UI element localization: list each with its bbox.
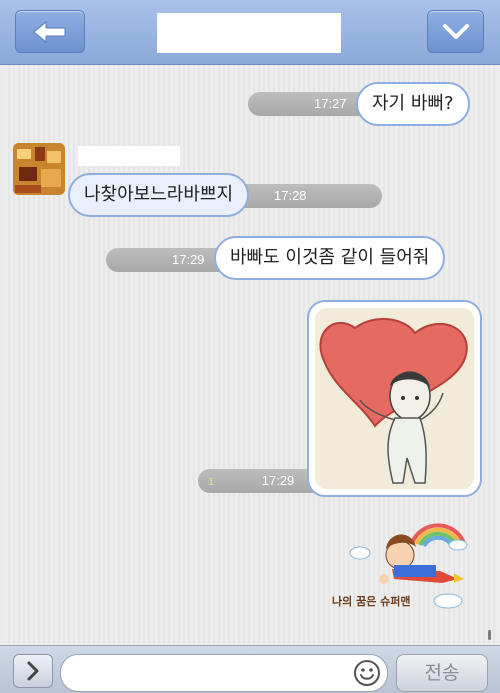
sticker-caption: 나의 꿈은 슈퍼맨 <box>332 595 411 608</box>
send-button[interactable]: 전송 <box>396 654 488 692</box>
chevron-down-icon <box>442 23 469 39</box>
message-bubble-incoming[interactable]: 나찾아보느라바쁘지 <box>68 173 250 217</box>
message-input[interactable] <box>60 654 388 692</box>
message-time: 17:27 <box>314 96 347 111</box>
message-bubble-outgoing[interactable]: 바빠도 이것좀 같이 들어줘 <box>214 236 446 280</box>
menu-button[interactable] <box>427 10 484 53</box>
shared-image[interactable] <box>315 308 474 489</box>
input-bar: 전송 <box>0 645 500 693</box>
message-text: 나찾아보느라바쁘지 <box>84 184 234 205</box>
scrollbar[interactable] <box>488 630 491 640</box>
message-text: 자기 바뻐? <box>372 93 454 114</box>
expand-menu-button[interactable] <box>13 654 53 688</box>
smiley-icon <box>354 660 380 686</box>
message-time: 17:29 <box>172 252 205 267</box>
message-text: 바빠도 이것좀 같이 들어줘 <box>230 247 430 268</box>
message-image-bubble[interactable] <box>307 300 482 497</box>
back-arrow-icon <box>33 20 66 43</box>
message-time: 17:28 <box>274 188 307 203</box>
sender-name <box>78 146 180 166</box>
avatar-image <box>13 143 65 195</box>
message-time: 17:29 <box>261 473 295 488</box>
superman-sticker[interactable]: 나의 꿈은 슈퍼맨 <box>330 513 470 615</box>
back-button[interactable] <box>15 10 85 53</box>
chat-title <box>157 13 341 53</box>
heart-illustration <box>315 308 474 489</box>
sender-avatar[interactable] <box>13 143 65 195</box>
emoji-button[interactable] <box>352 658 382 688</box>
chevron-right-icon <box>27 661 39 681</box>
header-bar <box>0 0 500 65</box>
message-time-pill: 17:28 <box>230 184 382 208</box>
message-bubble-outgoing[interactable]: 자기 바뻐? <box>356 82 470 126</box>
unread-count: 1 <box>208 476 215 488</box>
